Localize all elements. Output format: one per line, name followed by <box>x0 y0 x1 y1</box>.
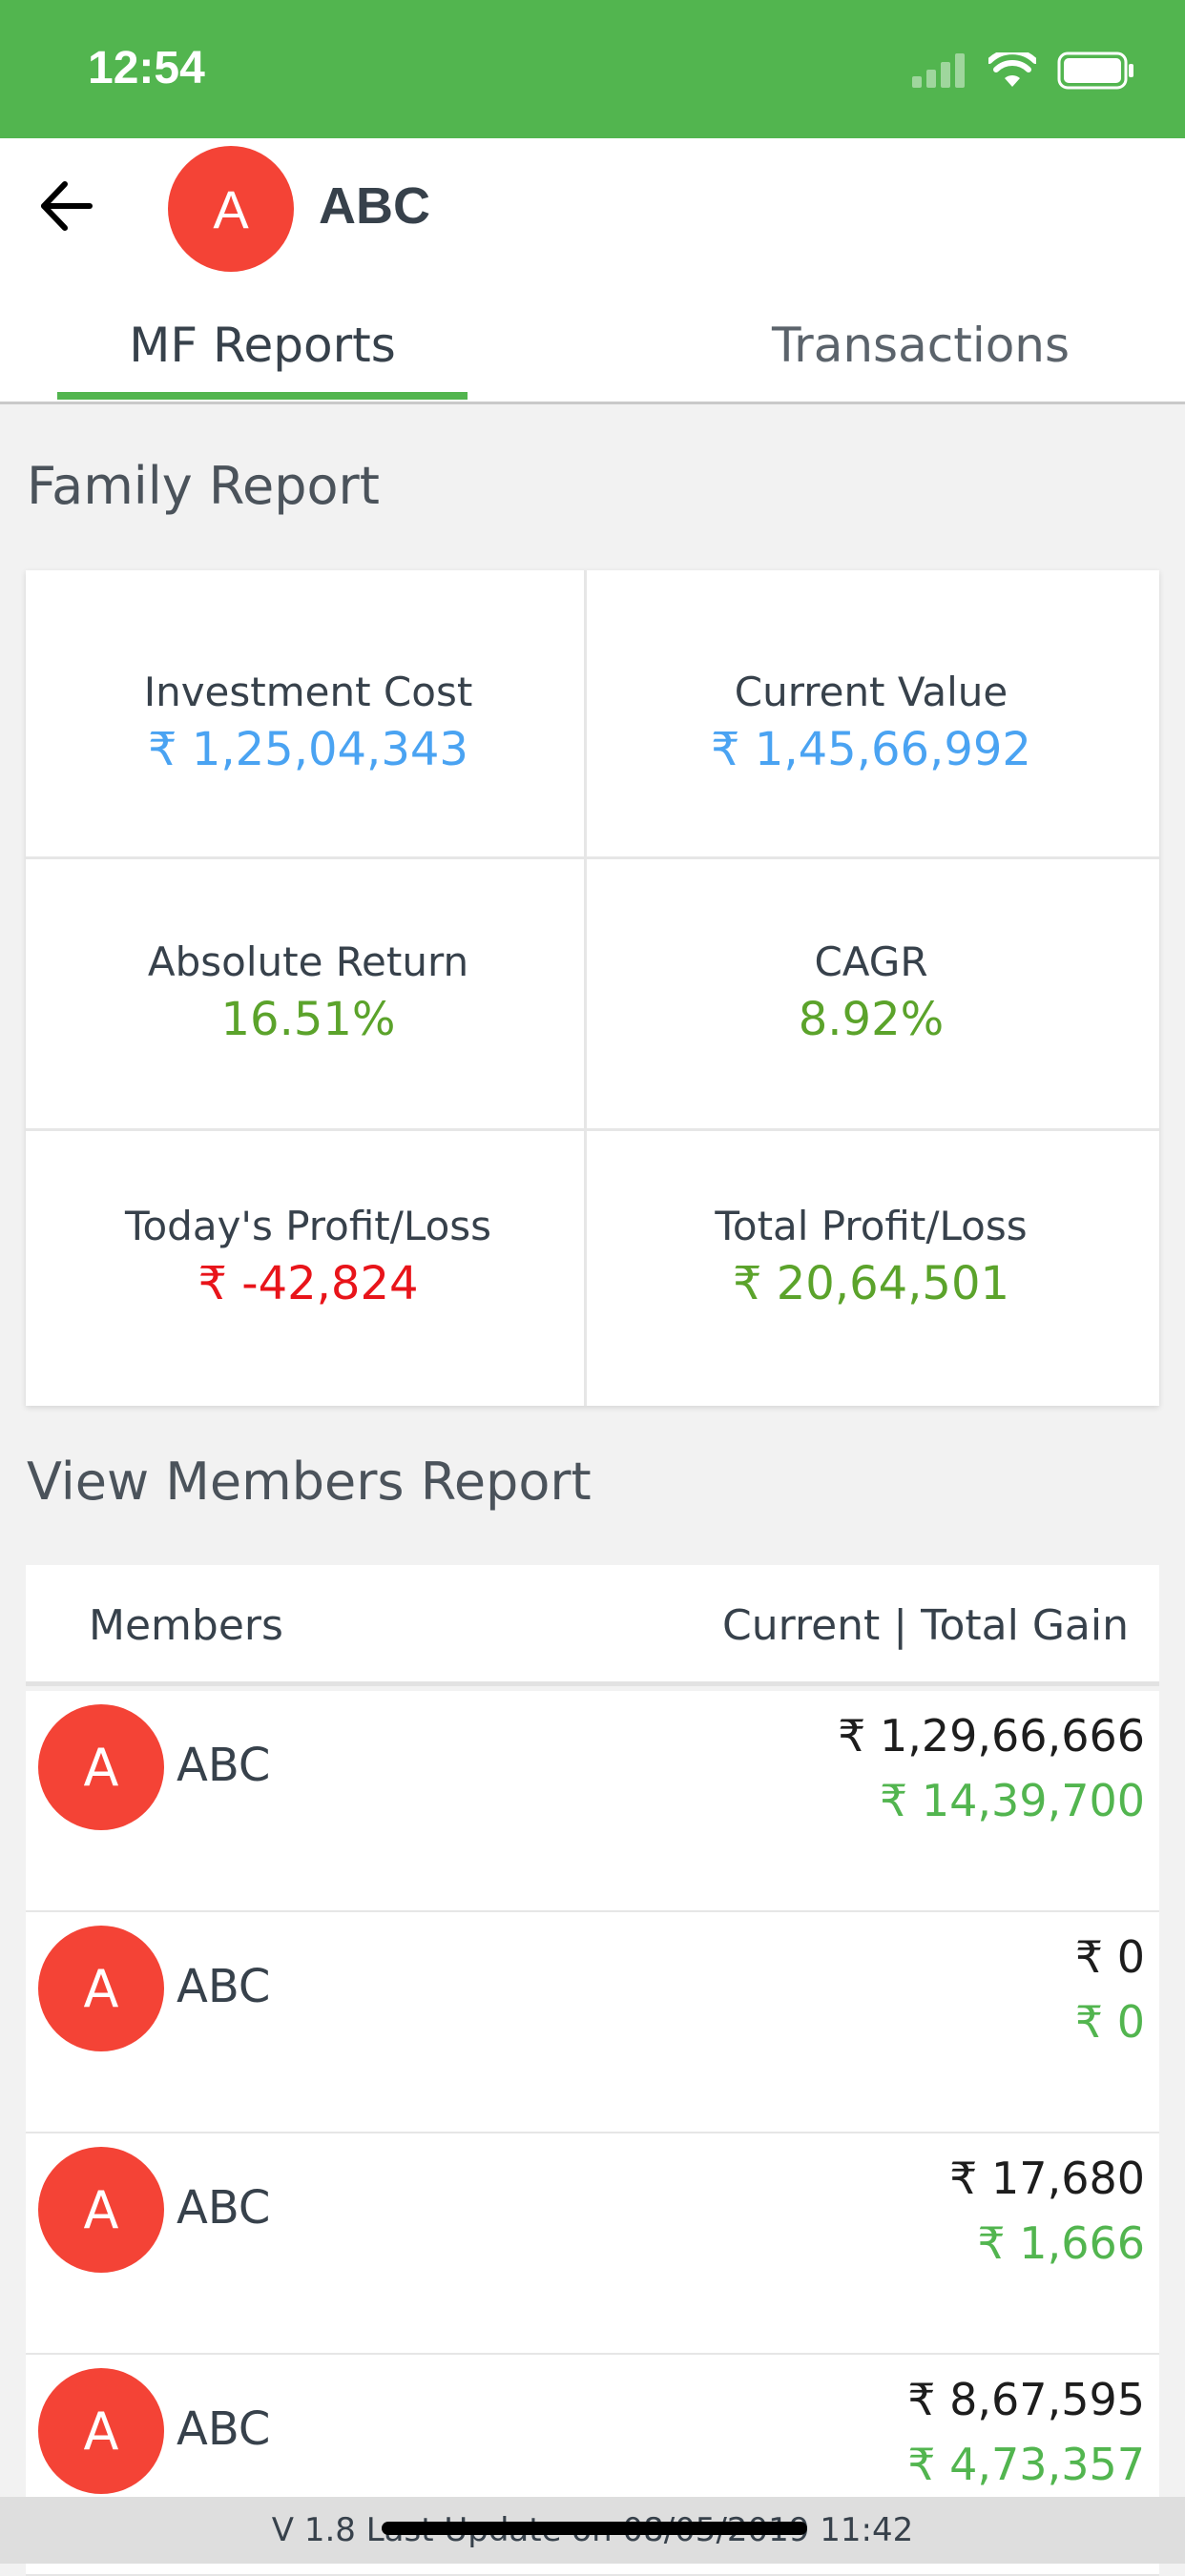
battery-icon <box>1057 52 1133 90</box>
member-name: ABC <box>177 1739 271 1792</box>
status-bar: 12:54 <box>0 0 1185 138</box>
member-row[interactable]: A ABC ₹ 17,680 ₹ 1,666 <box>26 2133 1159 2355</box>
column-header-current-gain: Current | Total Gain <box>722 1601 1129 1650</box>
member-total-gain: ₹ 4,73,357 <box>907 2439 1145 2490</box>
active-tab-indicator <box>57 392 468 400</box>
cagr-stat: CAGR 8.92% <box>589 938 1154 1046</box>
member-name: ABC <box>177 1960 271 2013</box>
stat-value: ₹ 1,45,66,992 <box>711 723 1031 776</box>
member-name: ABC <box>177 2402 271 2456</box>
member-current-value: ₹ 0 <box>1074 1931 1145 1983</box>
family-report-grid: Investment Cost ₹ 1,25,04,343 Current Va… <box>26 570 1159 1406</box>
stat-label: Current Value <box>734 669 1008 715</box>
stat-label: CAGR <box>814 938 928 985</box>
investment-cost-stat: Investment Cost ₹ 1,25,04,343 <box>26 669 591 776</box>
absolute-return-stat: Absolute Return 16.51% <box>26 938 591 1046</box>
member-current-value: ₹ 1,29,66,666 <box>838 1710 1145 1762</box>
wifi-icon <box>988 52 1036 87</box>
stat-value: ₹ -42,824 <box>198 1257 419 1310</box>
home-indicator[interactable] <box>382 2522 807 2535</box>
avatar: A <box>38 1926 164 2051</box>
stat-label: Investment Cost <box>143 669 473 715</box>
avatar: A <box>38 2368 164 2494</box>
current-value-stat: Current Value ₹ 1,45,66,992 <box>589 669 1154 776</box>
avatar: A <box>38 2147 164 2273</box>
tab-transactions[interactable]: Transactions <box>725 318 1116 373</box>
member-current-value: ₹ 8,67,595 <box>907 2374 1145 2425</box>
member-name: ABC <box>177 2181 271 2235</box>
member-current-value: ₹ 17,680 <box>949 2153 1145 2204</box>
avatar: A <box>168 146 294 272</box>
member-total-gain: ₹ 0 <box>1074 1996 1145 2048</box>
todays-profit-loss-stat: Today's Profit/Loss ₹ -42,824 <box>26 1203 591 1310</box>
status-icons <box>912 52 1135 90</box>
avatar: A <box>38 1704 164 1830</box>
column-header-members: Members <box>89 1601 283 1650</box>
members-report-title[interactable]: View Members Report <box>27 1452 592 1512</box>
stat-value: 8.92% <box>798 993 945 1046</box>
signal-icon <box>912 53 965 88</box>
total-profit-loss-stat: Total Profit/Loss ₹ 20,64,501 <box>589 1203 1154 1310</box>
member-row[interactable]: A ABC ₹ 0 ₹ 0 <box>26 1912 1159 2133</box>
member-total-gain: ₹ 14,39,700 <box>880 1775 1145 1826</box>
member-row[interactable]: A ABC ₹ 1,29,66,666 ₹ 14,39,700 <box>26 1691 1159 1912</box>
stat-label: Total Profit/Loss <box>715 1203 1028 1249</box>
grid-divider <box>26 856 1159 859</box>
members-list: A ABC ₹ 1,29,66,666 ₹ 14,39,700 A ABC ₹ … <box>26 1691 1159 2576</box>
stat-value: ₹ 1,25,04,343 <box>148 723 468 776</box>
stat-label: Today's Profit/Loss <box>124 1203 492 1249</box>
stat-label: Absolute Return <box>147 938 469 985</box>
tab-mf-reports[interactable]: MF Reports <box>57 318 468 373</box>
status-time: 12:54 <box>88 43 205 93</box>
members-table-header: Members Current | Total Gain <box>26 1565 1159 1686</box>
grid-divider <box>26 1128 1159 1131</box>
app-header: A ABC MF Reports Transactions <box>0 138 1185 404</box>
member-total-gain: ₹ 1,666 <box>977 2217 1145 2269</box>
arrow-left-icon[interactable] <box>38 176 97 236</box>
page-title: ABC <box>319 177 430 235</box>
stat-value: 16.51% <box>220 993 396 1046</box>
family-report-title: Family Report <box>27 456 380 516</box>
stat-value: ₹ 20,64,501 <box>732 1257 1010 1310</box>
